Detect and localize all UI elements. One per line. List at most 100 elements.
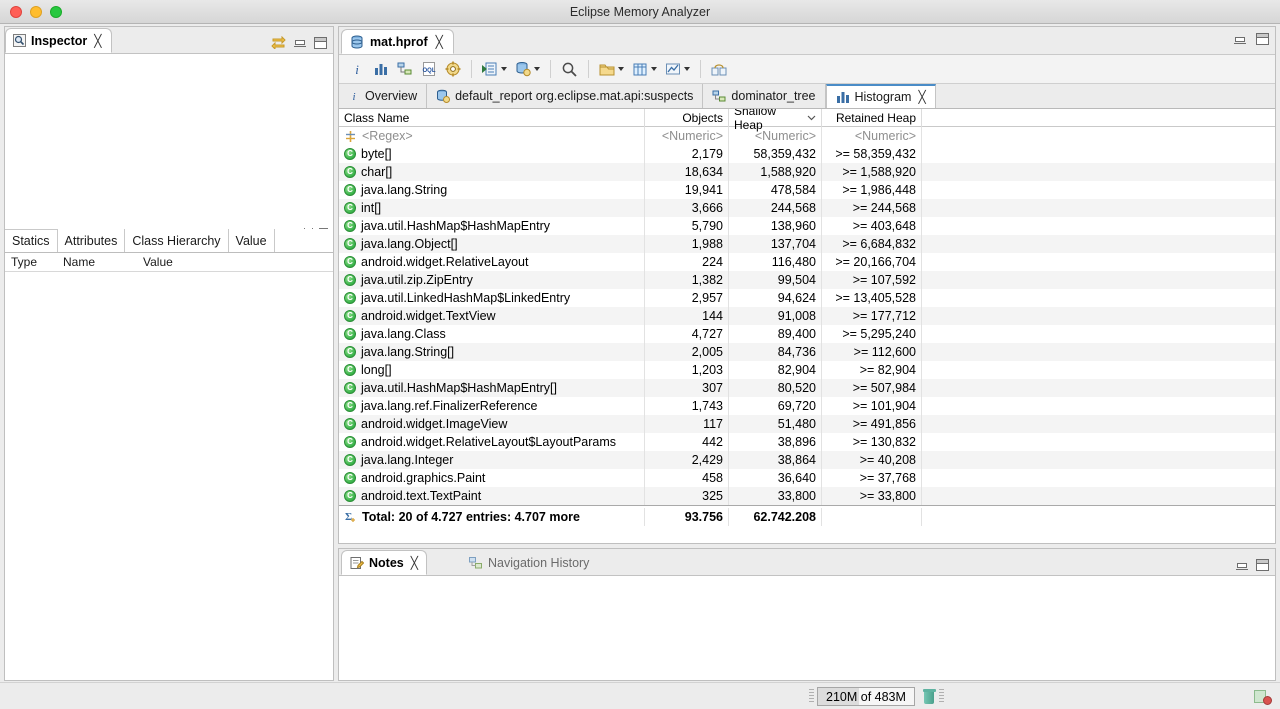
table-row[interactable]: Candroid.widget.RelativeLayout 224 116,480…	[339, 253, 1275, 271]
class-name-label: byte[]	[361, 147, 392, 161]
cell-shallow-heap: 51,480	[729, 415, 822, 433]
status-indicator-icon[interactable]	[1254, 689, 1272, 705]
status-bar: 210M of 483M	[0, 682, 1280, 709]
table-row[interactable]: Cjava.lang.ref.FinalizerReference 1,743 69…	[339, 397, 1275, 415]
table-view-icon[interactable]	[629, 59, 660, 79]
close-icon[interactable]: ╳	[411, 556, 418, 570]
oql-icon[interactable]: OQL	[418, 59, 440, 79]
table-row[interactable]: Cjava.lang.Integer 2,429 38,864 >= 40,208	[339, 451, 1275, 469]
column-header-type[interactable]: Type	[5, 253, 57, 271]
filter-row[interactable]: <Regex> <Numeric> <Numeric> <Numeric>	[339, 127, 1275, 145]
table-row[interactable]: Cjava.util.zip.ZipEntry 1,382 99,504 >= 107…	[339, 271, 1275, 289]
tab-overview[interactable]: i Overview	[339, 84, 428, 108]
table-row[interactable]: Cjava.util.HashMap$HashMapEntry 5,790 138,…	[339, 217, 1275, 235]
table-row[interactable]: Candroid.widget.RelativeLayout$LayoutPar…	[339, 433, 1275, 451]
cell-shallow-heap: 89,400	[729, 325, 822, 343]
drag-handle[interactable]	[938, 689, 944, 704]
info-icon[interactable]: i	[346, 59, 368, 79]
table-row[interactable]: Cchar[] 18,634 1,588,920 >= 1,588,920	[339, 163, 1275, 181]
close-icon[interactable]: ╳	[918, 90, 925, 104]
table-row[interactable]: Candroid.graphics.Paint 458 36,640 >= 37,76…	[339, 469, 1275, 487]
cell-class-name: Cjava.util.HashMap$HashMapEntry[]	[339, 379, 645, 397]
chevron-down-icon[interactable]	[618, 67, 624, 71]
class-icon: C	[344, 166, 356, 178]
cell-objects: 2,957	[645, 289, 729, 307]
tab-mat-hprof[interactable]: mat.hprof ╳	[341, 29, 454, 54]
filter-class-name-cell[interactable]: <Regex>	[339, 127, 645, 145]
table-row[interactable]: Candroid.widget.TextView 144 91,008 >= 177,…	[339, 307, 1275, 325]
close-icon[interactable]: ╳	[94, 34, 101, 48]
tab-class-hierarchy[interactable]: Class Hierarchy	[125, 229, 229, 252]
tab-dominator-tree[interactable]: dominator_tree	[703, 84, 826, 108]
column-header-shallow-heap[interactable]: Shallow Heap	[729, 109, 822, 132]
maximize-notes-button[interactable]	[1256, 559, 1269, 571]
tab-inspector[interactable]: Inspector ╳	[5, 28, 112, 53]
column-header-name[interactable]: Name	[57, 253, 137, 271]
chevron-down-icon[interactable]	[684, 67, 690, 71]
table-row[interactable]: Cjava.util.HashMap$HashMapEntry[] 307 80,5…	[339, 379, 1275, 397]
cell-retained-heap: >= 37,768	[822, 469, 922, 487]
filter-objects-cell[interactable]: <Numeric>	[645, 127, 729, 145]
search-icon[interactable]	[558, 59, 581, 80]
minimize-editor-button[interactable]	[1234, 35, 1246, 44]
compare-icon[interactable]	[708, 59, 730, 79]
tab-histogram[interactable]: Histogram ╳	[825, 84, 936, 108]
filter-retained-cell[interactable]: <Numeric>	[822, 127, 922, 145]
close-icon[interactable]: ╳	[436, 35, 443, 49]
filter-shallow-cell[interactable]: <Numeric>	[729, 127, 822, 145]
trash-icon[interactable]	[922, 689, 936, 704]
table-row[interactable]: Cjava.lang.String[] 2,005 84,736 >= 112,600	[339, 343, 1275, 361]
table-row[interactable]: Clong[] 1,203 82,904 >= 82,904	[339, 361, 1275, 379]
minimize-notes-button[interactable]	[1236, 561, 1248, 570]
histogram-icon[interactable]	[370, 59, 392, 79]
table-row[interactable]: Cjava.lang.Class 4,727 89,400 >= 5,295,240	[339, 325, 1275, 343]
cell-class-name: Candroid.widget.RelativeLayout$LayoutPar…	[339, 433, 645, 451]
column-header-value[interactable]: Value	[137, 253, 333, 271]
cell-filler	[922, 487, 1275, 505]
dominator-tree-icon[interactable]	[394, 59, 416, 79]
drag-handle[interactable]	[809, 689, 814, 704]
notes-text-area[interactable]	[339, 575, 1275, 680]
tab-statics[interactable]: Statics	[5, 229, 58, 252]
tab-attributes[interactable]: Attributes	[57, 229, 126, 252]
column-header-objects[interactable]: Objects	[645, 109, 729, 127]
maximize-inspector-button[interactable]	[314, 36, 327, 49]
tab-notes[interactable]: Notes ╳	[341, 550, 427, 575]
heap-objects-icon[interactable]	[512, 59, 543, 79]
table-row[interactable]: Cint[] 3,666 244,568 >= 244,568	[339, 199, 1275, 217]
tab-navigation-history[interactable]: Navigation History	[461, 550, 597, 575]
chevron-down-icon[interactable]	[501, 67, 507, 71]
group-by-icon[interactable]	[596, 59, 627, 79]
tab-default-report[interactable]: default_report org.eclipse.mat.api:suspe…	[427, 84, 704, 108]
class-name-label: java.util.HashMap$HashMapEntry[]	[361, 381, 557, 395]
table-row[interactable]: Candroid.widget.ImageView 117 51,480 >= 491…	[339, 415, 1275, 433]
cell-shallow-heap: 58,359,432	[729, 145, 822, 163]
table-row[interactable]: Cjava.lang.String 19,941 478,584 >= 1,986,4…	[339, 181, 1275, 199]
cell-objects: 2,429	[645, 451, 729, 469]
cell-objects: 1,988	[645, 235, 729, 253]
export-chart-icon[interactable]	[662, 59, 693, 79]
cell-class-name: Candroid.widget.ImageView	[339, 415, 645, 433]
cell-objects: 5,790	[645, 217, 729, 235]
heap-usage-indicator[interactable]: 210M of 483M	[817, 687, 915, 706]
chevron-down-icon[interactable]	[534, 67, 540, 71]
cell-class-name: Cjava.util.zip.ZipEntry	[339, 271, 645, 289]
class-name-label: android.text.TextPaint	[361, 489, 482, 503]
link-with-editor-icon[interactable]	[271, 36, 286, 49]
tab-value[interactable]: Value	[228, 229, 275, 252]
minimize-inspector-button[interactable]	[294, 38, 306, 47]
table-row[interactable]: Cjava.util.LinkedHashMap$LinkedEntry 2,95…	[339, 289, 1275, 307]
leak-suspects-icon[interactable]	[442, 59, 464, 79]
column-header-class-name[interactable]: Class Name	[339, 109, 645, 127]
notes-panel: Notes ╳ Navigation History	[338, 548, 1276, 681]
report-icon	[436, 89, 451, 103]
maximize-editor-button[interactable]	[1256, 33, 1269, 45]
chevron-down-icon[interactable]	[651, 67, 657, 71]
table-row[interactable]: Candroid.text.TextPaint 325 33,800 >= 33,80…	[339, 487, 1275, 505]
table-row[interactable]: Cjava.lang.Object[] 1,988 137,704 >= 6,684,…	[339, 235, 1275, 253]
cell-filler	[922, 307, 1275, 325]
run-query-icon[interactable]	[479, 59, 510, 79]
column-header-retained-heap[interactable]: Retained Heap	[822, 109, 922, 127]
class-icon: C	[344, 436, 356, 448]
table-row[interactable]: Cbyte[] 2,179 58,359,432 >= 58,359,432	[339, 145, 1275, 163]
